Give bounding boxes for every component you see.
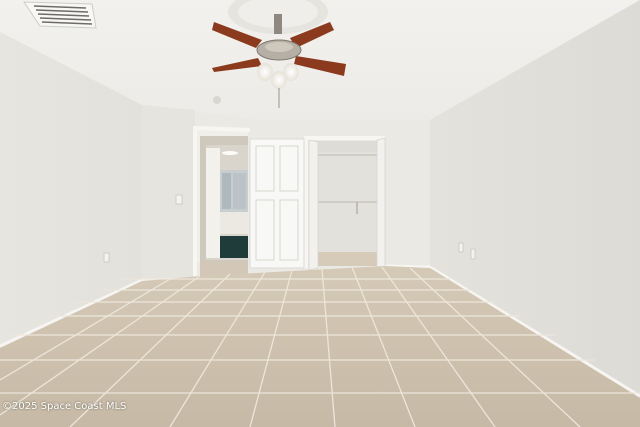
smoke-detector bbox=[213, 96, 221, 104]
hallway-doorway bbox=[196, 130, 248, 276]
open-door bbox=[249, 138, 305, 269]
photo-empty-room: ©2025 Space Coast MLS bbox=[0, 0, 640, 427]
room-illustration bbox=[0, 0, 640, 427]
watermark-text: ©2025 Space Coast MLS bbox=[2, 401, 127, 412]
closet bbox=[308, 137, 386, 271]
